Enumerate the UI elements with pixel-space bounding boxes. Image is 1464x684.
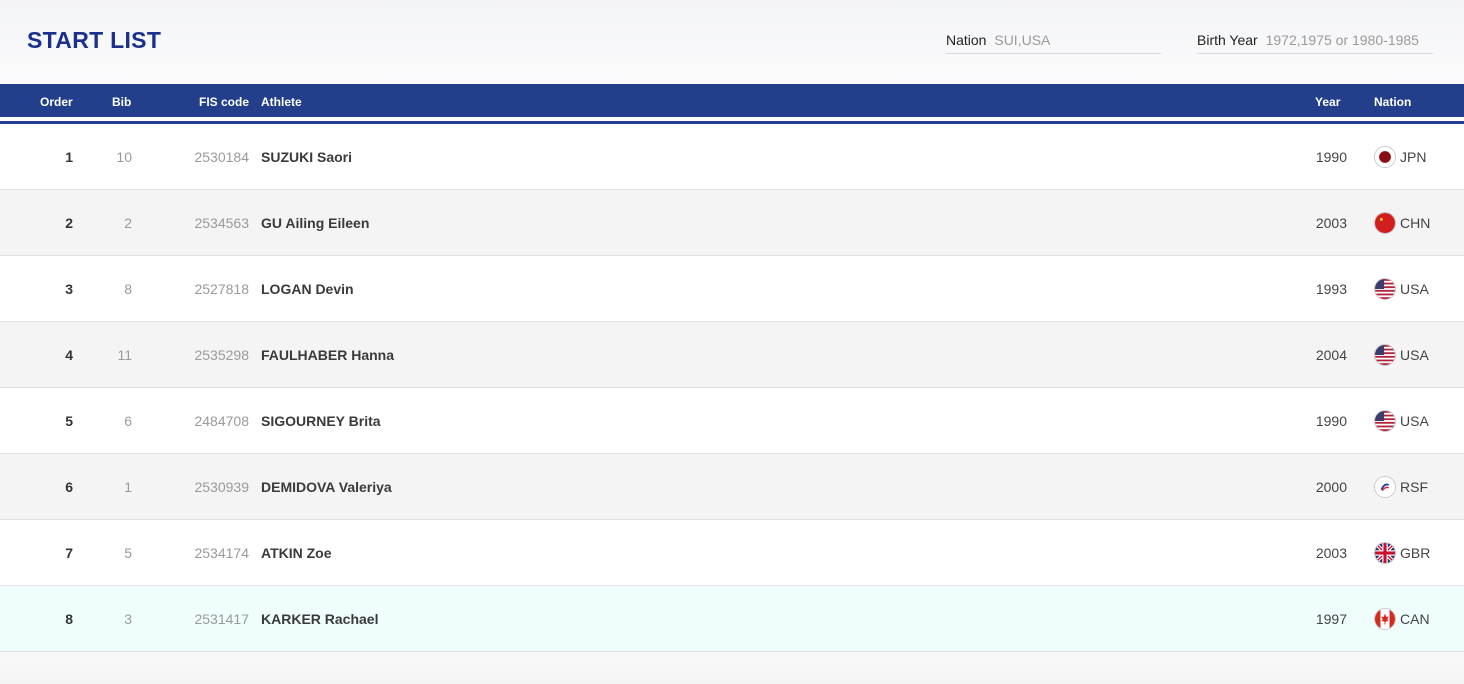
- row-birth-year: 1990: [1315, 413, 1347, 429]
- usa-flag-icon: [1374, 344, 1396, 366]
- row-nation-code: CAN: [1400, 611, 1430, 627]
- birth-year-filter-label: Birth Year: [1197, 32, 1258, 48]
- column-header-fis-code[interactable]: FIS code: [199, 95, 249, 109]
- column-header-order[interactable]: Order: [40, 95, 73, 109]
- row-nation-code: JPN: [1400, 149, 1427, 165]
- row-birth-year: 2004: [1315, 347, 1347, 363]
- row-athlete-name: DEMIDOVA Valeriya: [261, 479, 392, 495]
- nation-filter[interactable]: Nation SUI,USA: [946, 32, 1161, 54]
- birth-year-filter[interactable]: Birth Year 1972,1975 or 1980-1985: [1197, 32, 1433, 54]
- row-bib: 2: [124, 215, 132, 231]
- row-nation-code: RSF: [1400, 479, 1428, 495]
- row-athlete-name: GU Ailing Eileen: [261, 215, 370, 231]
- row-order: 8: [65, 611, 73, 627]
- row-order: 6: [65, 479, 73, 495]
- row-order: 3: [65, 281, 73, 297]
- row-athlete-name: LOGAN Devin: [261, 281, 354, 297]
- row-bib: 11: [117, 347, 132, 363]
- column-header-athlete[interactable]: Athlete: [261, 95, 302, 109]
- row-birth-year: 2003: [1315, 545, 1347, 561]
- gbr-flag-icon: [1374, 542, 1396, 564]
- row-fis-code: 2484708: [194, 413, 249, 429]
- birth-year-filter-value[interactable]: 1972,1975 or 1980-1985: [1266, 32, 1419, 48]
- table-row[interactable]: 5 6 2484708 SIGOURNEY Brita 1990 USA: [0, 388, 1464, 454]
- table-row[interactable]: 4 11 2535298 FAULHABER Hanna 2004 USA: [0, 322, 1464, 388]
- row-fis-code: 2527818: [194, 281, 249, 297]
- nation-filter-label: Nation: [946, 32, 987, 48]
- row-nation-code: GBR: [1400, 545, 1431, 561]
- table-row[interactable]: 7 5 2534174 ATKIN Zoe 2003 GBR: [0, 520, 1464, 586]
- row-fis-code: 2534174: [194, 545, 249, 561]
- row-fis-code: 2534563: [194, 215, 249, 231]
- table-row[interactable]: 3 8 2527818 LOGAN Devin 1993 USA: [0, 256, 1464, 322]
- row-fis-code: 2530184: [194, 149, 249, 165]
- row-bib: 10: [116, 149, 132, 165]
- column-header-year[interactable]: Year: [1315, 95, 1340, 109]
- row-athlete-name: SIGOURNEY Brita: [261, 413, 381, 429]
- can-flag-icon: [1374, 608, 1396, 630]
- nation-filter-value[interactable]: SUI,USA: [994, 32, 1050, 48]
- rsf-flag-icon: [1374, 476, 1396, 498]
- jpn-flag-icon: [1374, 146, 1396, 168]
- row-order: 2: [65, 215, 73, 231]
- table-row[interactable]: 1 10 2530184 SUZUKI Saori 1990 JPN: [0, 124, 1464, 190]
- row-birth-year: 2003: [1315, 215, 1347, 231]
- row-birth-year: 2000: [1315, 479, 1347, 495]
- row-bib: 1: [124, 479, 132, 495]
- table-header: Order Bib FIS code Athlete Year Nation: [0, 84, 1464, 120]
- row-bib: 3: [124, 611, 132, 627]
- row-athlete-name: KARKER Rachael: [261, 611, 379, 627]
- page-title: START LIST: [27, 27, 162, 53]
- row-fis-code: 2530939: [194, 479, 249, 495]
- row-fis-code: 2531417: [194, 611, 249, 627]
- usa-flag-icon: [1374, 278, 1396, 300]
- usa-flag-icon: [1374, 410, 1396, 432]
- row-fis-code: 2535298: [194, 347, 249, 363]
- row-nation-code: USA: [1400, 347, 1429, 363]
- row-bib: 6: [124, 413, 132, 429]
- row-nation-code: USA: [1400, 281, 1429, 297]
- table-row[interactable]: 8 3 2531417 KARKER Rachael 1997 CAN: [0, 586, 1464, 652]
- row-athlete-name: FAULHABER Hanna: [261, 347, 395, 363]
- row-athlete-name: ATKIN Zoe: [261, 545, 332, 561]
- row-order: 7: [65, 545, 73, 561]
- column-header-nation[interactable]: Nation: [1374, 95, 1411, 109]
- row-birth-year: 1997: [1315, 611, 1347, 627]
- row-birth-year: 1993: [1315, 281, 1347, 297]
- chn-flag-icon: [1374, 212, 1396, 234]
- row-athlete-name: SUZUKI Saori: [261, 149, 353, 165]
- start-list-table-body: 1 10 2530184 SUZUKI Saori 1990 JPN 2 2 2534563 G…: [0, 124, 1464, 652]
- row-nation-code: USA: [1400, 413, 1429, 429]
- table-row[interactable]: 6 1 2530939 DEMIDOVA Valeriya 2000 RSF: [0, 454, 1464, 520]
- row-order: 4: [65, 347, 73, 363]
- column-header-bib[interactable]: Bib: [112, 95, 131, 109]
- row-order: 5: [65, 413, 73, 429]
- row-bib: 5: [124, 545, 132, 561]
- row-nation-code: CHN: [1400, 215, 1431, 231]
- top-bar: START LIST Nation SUI,USA Birth Year 197…: [0, 0, 1464, 84]
- row-bib: 8: [124, 281, 132, 297]
- table-row[interactable]: 2 2 2534563 GU Ailing Eileen 2003 CHN: [0, 190, 1464, 256]
- row-order: 1: [65, 149, 73, 165]
- row-birth-year: 1990: [1315, 149, 1347, 165]
